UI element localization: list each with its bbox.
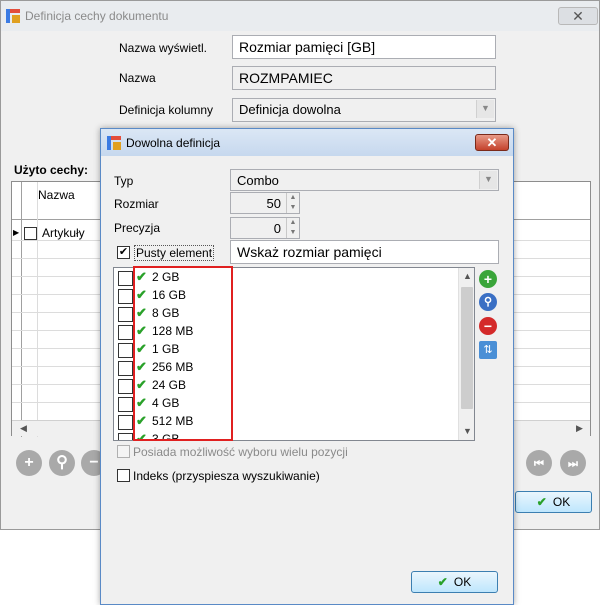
sort-icon: ⇅ xyxy=(483,344,493,356)
item-checkbox[interactable] xyxy=(118,433,133,440)
typ-value: Combo xyxy=(237,173,279,188)
item-checkbox[interactable] xyxy=(118,289,133,304)
chevron-down-icon[interactable]: ▼ xyxy=(476,100,494,118)
wielu-pozycji-label: Posiada możliwość wyboru wielu pozycji xyxy=(133,445,348,459)
skip-forward-icon: ⏭ xyxy=(568,458,578,470)
wielu-pozycji-checkbox[interactable] xyxy=(117,445,130,458)
app-icon xyxy=(6,9,20,23)
inner-ok-button[interactable]: ✔ OK xyxy=(411,571,498,593)
item-checkbox[interactable] xyxy=(118,307,133,322)
outer-ok-button[interactable]: ✔ OK xyxy=(515,491,592,513)
label-definicja-kolumny: Definicja kolumny xyxy=(119,103,214,117)
pusty-element-checkbox[interactable]: ✔ xyxy=(117,246,130,259)
item-checkbox[interactable] xyxy=(118,397,133,412)
uzyto-cechy-label: Użyto cechy: xyxy=(14,163,89,177)
row-checkbox[interactable] xyxy=(24,227,37,240)
label-nazwa: Nazwa xyxy=(119,71,156,85)
app-icon xyxy=(107,136,121,150)
inner-close-button[interactable]: ✕ xyxy=(475,134,509,151)
grid-header-nazwa: Nazwa xyxy=(38,188,75,202)
pusty-element-label[interactable]: Pusty element xyxy=(134,245,215,261)
outer-window-title: Definicja cechy dokumentu xyxy=(25,9,169,23)
item-checkbox[interactable] xyxy=(118,379,133,394)
definicja-kolumny-value: Definicja dowolna xyxy=(239,102,341,117)
scroll-thumb[interactable] xyxy=(461,287,473,409)
inner-dialog: Dowolna definicja ✕ Typ Combo ▼ Rozmiar … xyxy=(100,128,514,605)
magnifier-icon: ⚲ xyxy=(483,296,493,308)
nazwa-wyswietl-field[interactable]: Rozmiar pamięci [GB] xyxy=(232,35,496,59)
scroll-right-icon[interactable]: ▶ xyxy=(576,423,583,434)
label-rozmiar: Rozmiar xyxy=(114,197,159,211)
check-icon: ✔ xyxy=(536,495,547,509)
indeks-checkbox[interactable] xyxy=(117,469,130,482)
item-checkbox[interactable] xyxy=(118,271,133,286)
last-page-button[interactable]: ⏭ xyxy=(560,450,586,476)
highlight-box xyxy=(133,266,233,441)
precyzja-spin-buttons[interactable]: ▲ ▼ xyxy=(286,218,299,238)
spin-down-icon[interactable]: ▼ xyxy=(287,228,299,238)
grid-indicator-divider xyxy=(21,182,22,437)
label-nazwa-wyswietl: Nazwa wyświetl. xyxy=(119,41,208,55)
row-pointer-icon: ▶ xyxy=(13,228,20,237)
label-typ: Typ xyxy=(114,174,134,188)
magnifier-icon: ⚲ xyxy=(56,454,68,471)
remove-item-button[interactable]: − xyxy=(479,317,497,335)
spin-down-icon[interactable]: ▼ xyxy=(287,203,299,213)
add-item-button[interactable]: + xyxy=(479,270,497,288)
scroll-down-icon[interactable]: ▼ xyxy=(459,423,474,440)
rozmiar-value: 50 xyxy=(266,196,281,211)
scroll-up-icon[interactable]: ▲ xyxy=(459,268,474,285)
definicja-kolumny-combo[interactable]: Definicja dowolna ▼ xyxy=(232,98,496,122)
minus-icon: − xyxy=(89,454,99,471)
plus-icon: + xyxy=(483,271,493,287)
pusty-element-field[interactable]: Wskaż rozmiar pamięci xyxy=(230,240,499,264)
precyzja-value: 0 xyxy=(273,221,281,236)
check-icon: ✔ xyxy=(437,575,448,589)
inner-ok-label: OK xyxy=(453,575,472,589)
outer-title-bar: Definicja cechy dokumentu ✕ xyxy=(1,1,599,31)
label-precyzja: Precyzja xyxy=(114,221,161,235)
item-checkbox[interactable] xyxy=(118,415,133,430)
rozmiar-spinner[interactable]: 50 ▲ ▼ xyxy=(230,192,300,214)
item-checkbox[interactable] xyxy=(118,343,133,358)
inner-dialog-title: Dowolna definicja xyxy=(126,136,221,150)
grid-col-divider xyxy=(37,182,38,437)
rozmiar-spin-buttons[interactable]: ▲ ▼ xyxy=(286,193,299,213)
spin-up-icon[interactable]: ▲ xyxy=(287,218,299,228)
sort-items-button[interactable]: ⇅ xyxy=(479,341,497,359)
add-feature-button[interactable]: + xyxy=(16,450,42,476)
grid-row-artykuly[interactable]: Artykuły xyxy=(42,226,85,240)
edit-feature-button[interactable]: ⚲ xyxy=(49,450,75,476)
first-page-button[interactable]: ⏮ xyxy=(526,450,552,476)
edit-item-button[interactable]: ⚲ xyxy=(479,293,497,311)
indeks-label: Indeks (przyspiesza wyszukiwanie) xyxy=(133,469,320,483)
scroll-left-icon[interactable]: ◀ xyxy=(20,423,27,434)
list-vscrollbar[interactable]: ▲ ▼ xyxy=(458,268,474,440)
spin-up-icon[interactable]: ▲ xyxy=(287,193,299,203)
minus-icon: − xyxy=(483,318,493,334)
outer-close-button[interactable]: ✕ xyxy=(558,7,598,25)
typ-combo[interactable]: Combo ▼ xyxy=(230,169,499,191)
inner-title-bar: Dowolna definicja ✕ xyxy=(101,129,513,156)
skip-back-icon: ⏮ xyxy=(534,458,544,470)
item-checkbox[interactable] xyxy=(118,325,133,340)
outer-ok-label: OK xyxy=(552,495,571,509)
chevron-down-icon[interactable]: ▼ xyxy=(479,171,497,189)
plus-icon: + xyxy=(24,454,34,471)
nazwa-field[interactable]: ROZMPAMIEC xyxy=(232,66,496,90)
item-checkbox[interactable] xyxy=(118,361,133,376)
precyzja-spinner[interactable]: 0 ▲ ▼ xyxy=(230,217,300,239)
